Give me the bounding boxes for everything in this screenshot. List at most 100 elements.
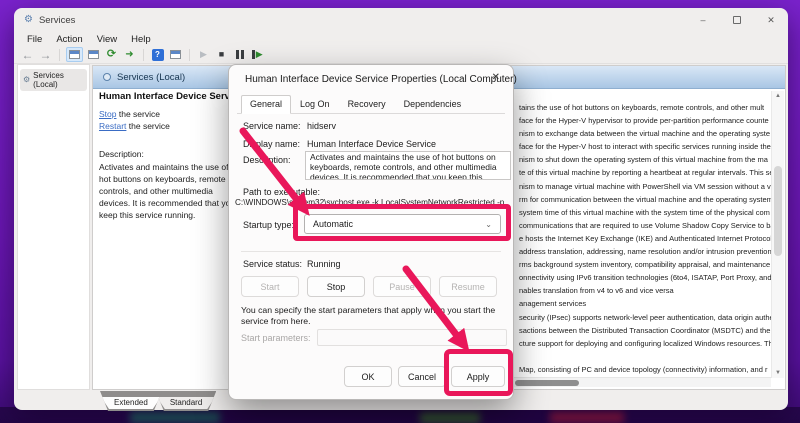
dialog-tab[interactable]: Dependencies (395, 95, 471, 114)
start-button[interactable]: Start (241, 276, 299, 297)
service-list-row[interactable]: nism to shut down the operating system o… (519, 153, 771, 166)
service-list-row[interactable]: Map, consisting of PC and device topolog… (519, 363, 771, 376)
dialog-tabs: GeneralLog OnRecoveryDependencies (241, 95, 470, 114)
service-list-row[interactable]: face for the Hyper-V hypervisor to provi… (519, 114, 771, 127)
export-list-icon[interactable]: ➜ (122, 47, 137, 62)
menu-item[interactable]: Action (49, 34, 89, 45)
service-list-row[interactable]: e hosts the Internet Key Exchange (IKE) … (519, 232, 771, 245)
console-window-icon (69, 50, 80, 59)
maximize-button[interactable] (720, 8, 754, 32)
menu-bar: FileActionViewHelp (14, 32, 788, 46)
services-app-icon: ⚙ (24, 15, 33, 25)
minimize-button[interactable]: – (686, 8, 720, 32)
toolbar-separator (143, 49, 144, 61)
restart-service-text: the service (126, 121, 169, 131)
help-icon: ? (152, 49, 164, 61)
apply-button[interactable]: Apply (451, 366, 505, 387)
selected-service-title: Human Interface Device Service (99, 91, 243, 102)
toolbar: ← → ⟳ ➜ ? ▶ ■ ▶ (14, 46, 788, 64)
startup-type-value: Automatic (313, 219, 353, 229)
ok-button[interactable]: OK (344, 366, 392, 387)
dialog-tab[interactable]: Recovery (339, 95, 395, 114)
vertical-scroll-thumb[interactable] (774, 166, 782, 256)
menu-item[interactable]: Help (124, 34, 158, 45)
window-title: Services (39, 15, 75, 26)
service-list-row[interactable]: te of this virtual machine by reporting … (519, 166, 771, 179)
service-list-row[interactable]: rm for communication between the virtual… (519, 193, 771, 206)
service-list-row[interactable]: rms background system inventory, compati… (519, 258, 771, 271)
service-list-row[interactable]: nables translation from v4 to v6 and vic… (519, 284, 771, 297)
description-label: Description: (99, 149, 144, 159)
forward-icon[interactable]: → (38, 47, 53, 62)
service-list-row[interactable]: cture support for deploying and configur… (519, 337, 771, 350)
service-list-row[interactable]: communications that are required to use … (519, 219, 771, 232)
menu-item[interactable]: View (90, 34, 124, 45)
start-service-icon[interactable]: ▶ (196, 47, 211, 62)
restart-service-link[interactable]: Restart (99, 121, 126, 131)
startup-type-label: Startup type: (243, 220, 294, 230)
resume-button[interactable]: Resume (439, 276, 497, 297)
display-name-label: Display name: (243, 139, 300, 149)
console-tree-pane: ⚙ Services (Local) (17, 64, 90, 390)
service-list-row[interactable]: system time of this virtual machine with… (519, 206, 771, 219)
description-textbox[interactable]: Activates and maintains the use of hot b… (305, 151, 511, 180)
wallpaper-blob (550, 411, 624, 423)
path-label: Path to executable: (243, 187, 320, 197)
refresh-icon[interactable]: ⟳ (104, 47, 119, 62)
service-list-row[interactable]: tains the use of hot buttons on keyboard… (519, 101, 771, 114)
toolbar-separator (59, 49, 60, 61)
properties-dialog: Human Interface Device Service Propertie… (228, 64, 514, 400)
dialog-tab[interactable]: Log On (291, 95, 339, 114)
pause-button[interactable]: Pause (373, 276, 431, 297)
dialog-tab[interactable]: General (241, 95, 291, 114)
wallpaper-blob (420, 412, 480, 423)
desktop-wallpaper: ⚙ Services – ✕ FileActionViewHelp ← → ⟳ … (0, 0, 800, 423)
panel-header-label: Services (Local) (117, 72, 185, 83)
service-list-row[interactable]: security (IPsec) supports network-level … (519, 311, 771, 324)
close-button[interactable]: ✕ (754, 8, 788, 32)
startup-type-dropdown[interactable]: Automatic ⌄ (304, 214, 501, 234)
wallpaper-blob (130, 411, 220, 423)
service-list-row[interactable]: sactions between the Distributed Transac… (519, 324, 771, 337)
vertical-scrollbar[interactable]: ▲ ▼ (771, 91, 784, 378)
cancel-button[interactable]: Cancel (398, 366, 446, 387)
help-button[interactable]: ? (150, 47, 165, 62)
scroll-up-icon[interactable]: ▲ (772, 93, 784, 99)
tree-item-services-local[interactable]: ⚙ Services (Local) (20, 69, 87, 91)
view-tab[interactable]: Standard (156, 391, 216, 411)
scroll-down-icon[interactable]: ▼ (772, 370, 784, 376)
show-hide-tree-button[interactable] (168, 47, 183, 62)
restart-service-icon[interactable]: ▶ (250, 47, 265, 62)
service-list-row[interactable]: anagement services (519, 297, 771, 310)
toolbar-separator (189, 49, 190, 61)
service-list-row[interactable]: face for the Hyper-V host to interact wi… (519, 140, 771, 153)
stop-button[interactable]: Stop (307, 276, 365, 297)
service-list-row[interactable] (519, 350, 771, 363)
service-name-label: Service name: (243, 121, 301, 131)
menu-item[interactable]: File (20, 34, 49, 45)
display-name-value: Human Interface Device Service (307, 139, 436, 149)
stop-service-icon[interactable]: ■ (214, 47, 229, 62)
horizontal-scroll-thumb[interactable] (515, 380, 579, 386)
stop-service-link[interactable]: Stop (99, 109, 117, 119)
divider (241, 251, 501, 252)
show-console-root-button[interactable] (66, 47, 83, 62)
service-list-row[interactable]: nism to manage virtual machine with Powe… (519, 180, 771, 193)
back-icon[interactable]: ← (20, 47, 35, 62)
properties-button[interactable] (86, 47, 101, 62)
pause-service-icon[interactable] (232, 47, 247, 62)
maximize-icon (733, 16, 741, 24)
dialog-close-icon[interactable]: ✕ (492, 72, 500, 83)
service-list-row[interactable]: onnectivity using IPv6 transition techno… (519, 271, 771, 284)
start-parameters-input[interactable] (317, 329, 507, 346)
start-parameters-label: Start parameters: (241, 333, 311, 343)
service-list-row[interactable]: address translation, addressing, name re… (519, 245, 771, 258)
services-node-icon: ⚙ (23, 76, 30, 84)
view-tab[interactable]: Extended (100, 391, 162, 411)
service-status-label: Service status: (243, 259, 302, 269)
panel-header-icon (103, 73, 111, 81)
title-bar[interactable]: ⚙ Services – ✕ (14, 8, 788, 32)
restart-service-line: Restart the service (99, 121, 170, 131)
service-list-row[interactable]: nism to exchange data between the virtua… (519, 127, 771, 140)
dialog-title: Human Interface Device Service Propertie… (245, 74, 517, 85)
